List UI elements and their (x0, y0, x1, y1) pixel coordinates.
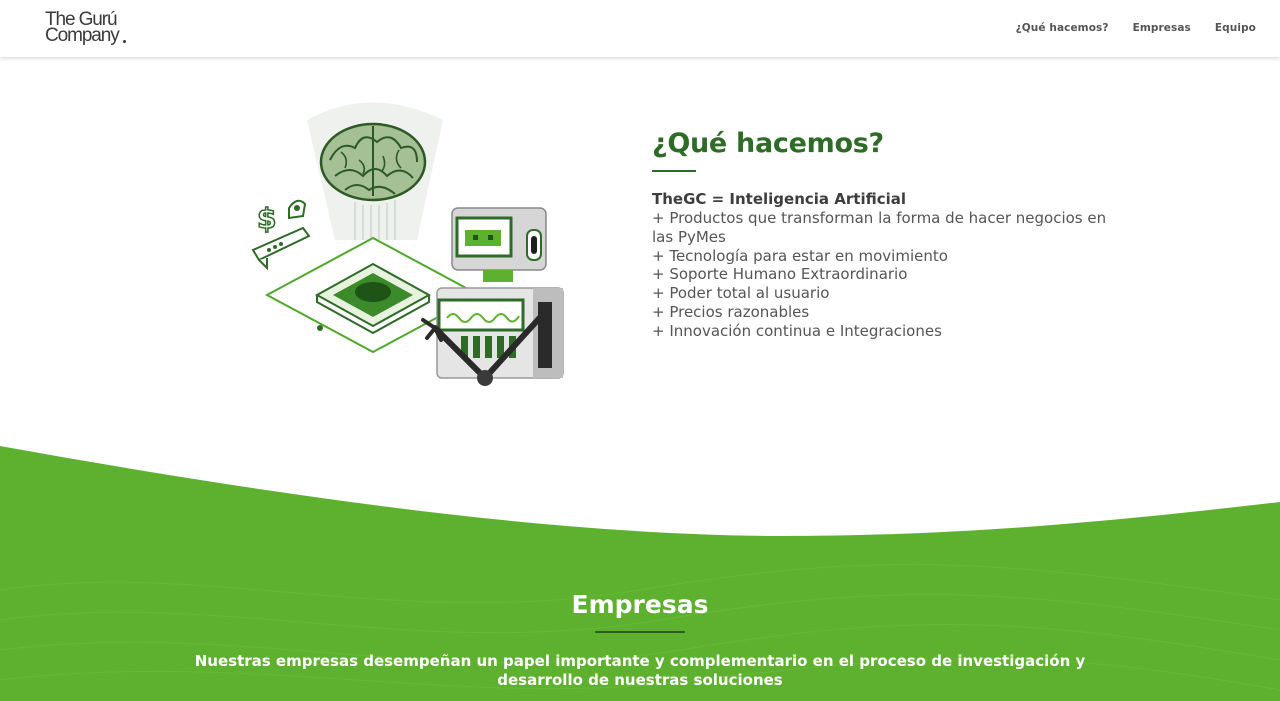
que-hacemos-section: ¿Qué hacemos? TheGC = Inteligencia Artif… (652, 127, 1112, 341)
nav-link-equipo[interactable]: Equipo (1215, 22, 1256, 34)
logo[interactable]: The Gurú Company (45, 10, 135, 48)
ai-illustration: $ (245, 90, 575, 395)
logo-dot (123, 40, 126, 43)
empresas-description: Nuestras empresas desempeñan un papel im… (194, 652, 1086, 689)
list-item: + Soporte Humano Extraordinario (652, 265, 908, 284)
empresas-title-underline (595, 631, 685, 633)
list-item: + Productos que transforman la forma de … (652, 209, 1107, 246)
nav-link-empresas[interactable]: Empresas (1133, 22, 1191, 34)
list-item: + Poder total al usuario (652, 284, 830, 303)
logo-text-bottom: Company (45, 25, 120, 46)
main-nav: ¿Qué hacemos? Empresas Equipo (1016, 22, 1256, 34)
list-item: + Innovación continua e Integraciones (652, 321, 942, 340)
title-underline (652, 170, 696, 172)
lead-text: TheGC = Inteligencia Artificial (652, 190, 907, 208)
ai-brain-robot-icon: $ (251, 102, 564, 386)
site-header: The Gurú Company ¿Qué hacemos? Empresas … (0, 0, 1280, 57)
empresas-title: Empresas (571, 590, 709, 619)
section-title: ¿Qué hacemos? (652, 128, 884, 159)
brain-icon (319, 122, 427, 202)
list-item: + Tecnología para estar en movimiento (652, 246, 948, 265)
svg-text:$: $ (257, 202, 276, 235)
nav-link-que-hacemos[interactable]: ¿Qué hacemos? (1016, 22, 1109, 34)
list-item: + Precios razonables (652, 302, 810, 321)
